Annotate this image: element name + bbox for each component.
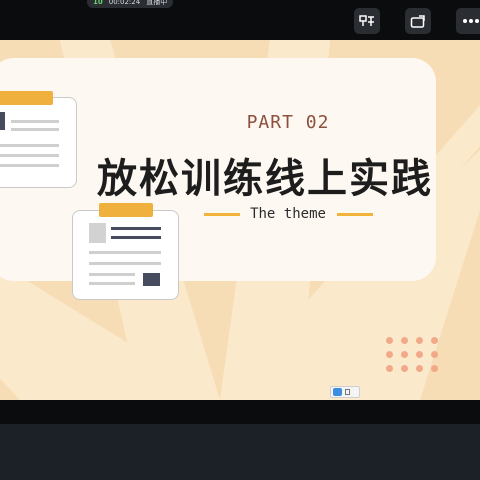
doc-line	[111, 227, 161, 230]
doc-line	[0, 144, 59, 147]
doc-image-placeholder	[89, 223, 106, 243]
doc-line	[89, 273, 135, 276]
live-status-text: 直播中	[146, 0, 168, 6]
doc-line	[111, 236, 161, 239]
doc-tab	[0, 91, 53, 105]
doc-line	[11, 128, 59, 131]
dot	[416, 337, 423, 344]
dot	[416, 351, 423, 358]
elapsed-time: 00:02:24	[108, 0, 141, 6]
slide-subtitle: The theme	[250, 206, 326, 222]
caption-icon	[359, 14, 375, 28]
pen-icon[interactable]	[333, 388, 342, 396]
dot	[431, 365, 438, 372]
fullscreen-icon[interactable]	[345, 389, 350, 395]
doc-block	[143, 273, 160, 286]
doc-line	[0, 164, 59, 167]
dot	[401, 337, 408, 344]
dot	[401, 351, 408, 358]
doc-block	[0, 112, 5, 130]
slide-title: 放松训练线上实践	[97, 156, 433, 202]
dot	[386, 365, 393, 372]
dot	[401, 365, 408, 372]
caption-button[interactable]	[354, 8, 380, 34]
doc-line	[89, 262, 161, 265]
presentation-slide: PART 02 放松训练线上实践 The theme	[0, 40, 480, 400]
doc-line	[89, 251, 161, 254]
dot	[386, 337, 393, 344]
doc-line	[89, 282, 135, 285]
bottom-panel	[0, 424, 480, 480]
dot	[386, 351, 393, 358]
dot	[431, 351, 438, 358]
dot-grid-decoration	[386, 337, 438, 373]
top-bar: 10 00:02:24 直播中	[0, 0, 480, 40]
doc-tab	[99, 203, 153, 217]
more-button[interactable]	[456, 8, 480, 34]
share-screen-button[interactable]	[405, 8, 431, 34]
presentation-mini-toolbar[interactable]	[330, 386, 360, 398]
dot	[431, 337, 438, 344]
signal-indicator: 10	[93, 0, 103, 6]
live-status-pill: 10 00:02:24 直播中	[87, 0, 174, 8]
share-screen-icon	[410, 14, 426, 28]
doc-line	[11, 120, 59, 123]
document-illustration-center	[72, 203, 179, 300]
document-illustration-left	[0, 91, 77, 188]
dot	[416, 365, 423, 372]
part-label: PART 02	[246, 112, 330, 133]
doc-line	[0, 154, 59, 157]
subtitle-line-right	[337, 213, 373, 216]
more-icon	[462, 18, 480, 24]
subtitle-line-left	[204, 213, 240, 216]
